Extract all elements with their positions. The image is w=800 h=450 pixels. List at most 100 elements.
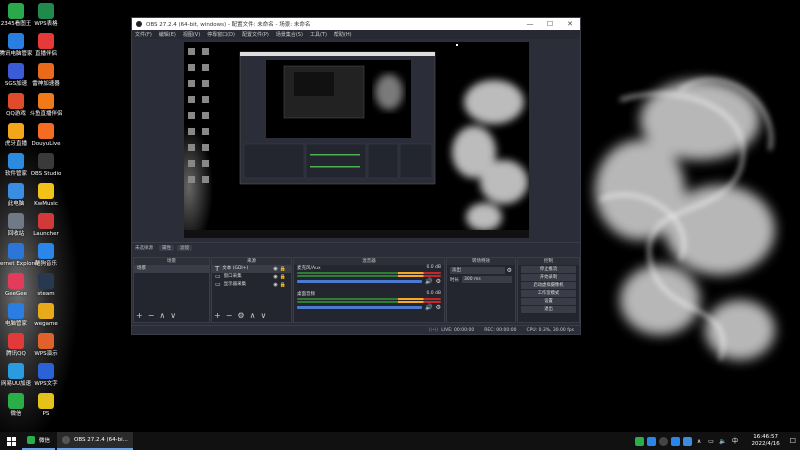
properties-button[interactable]: 属性 [159, 244, 174, 251]
volume-icon[interactable]: 🔈 [719, 437, 728, 446]
desktop-icon[interactable]: WPS演示 [29, 333, 63, 358]
menu-profile[interactable]: 配置文件(P) [242, 31, 269, 38]
desktop-icon[interactable]: steam [29, 273, 63, 298]
app-icon [38, 183, 54, 199]
desktop-icon[interactable]: 雷神加速器 [29, 63, 63, 88]
obs-tray-icon[interactable] [658, 436, 668, 446]
menu-docks[interactable]: 停靠窗口(D) [207, 31, 235, 38]
stop-streaming-button[interactable]: 停止推流 [521, 266, 576, 273]
taskbar-obs[interactable]: OBS 27.2.4 (64-bi... [57, 432, 133, 450]
source-settings-icon[interactable]: ⚙ [237, 312, 244, 320]
menu-help[interactable]: 帮助(H) [334, 31, 352, 38]
security-tray-icon[interactable] [682, 436, 692, 446]
gear-icon[interactable]: ⚙ [436, 278, 441, 285]
move-down-icon[interactable]: ∨ [260, 312, 266, 320]
start-button[interactable] [0, 432, 22, 450]
visibility-lock-icons[interactable]: ◉🔒 [273, 273, 288, 281]
move-up-icon[interactable]: ∧ [250, 312, 256, 320]
obs-window[interactable]: OBS 27.2.4 (64-bit, windows) - 配置文件: 未命名… [131, 17, 581, 335]
desktop-icon[interactable]: 斗鱼直播伴侣 [29, 93, 63, 118]
app-icon [38, 213, 54, 229]
app-icon [38, 3, 54, 19]
desktop-icon[interactable]: DouyuLive [29, 123, 63, 148]
scene-item[interactable]: 场景 [134, 265, 209, 273]
desktop-icon[interactable]: wegame [29, 303, 63, 328]
app-icon [38, 393, 54, 409]
qq-tray-icon[interactable] [646, 436, 656, 446]
wechat-tray-icon[interactable] [634, 436, 644, 446]
desktop-icon[interactable]: WPS表格 [29, 3, 63, 28]
task-label: OBS 27.2.4 (64-bi... [74, 437, 128, 443]
desktop-icon[interactable]: WPS文字 [29, 363, 63, 388]
transition-settings-icon[interactable]: ⚙ [507, 267, 512, 274]
speaker-icon[interactable]: 🔊 [425, 304, 432, 311]
remove-source-icon[interactable]: − [226, 312, 233, 320]
minimize-button[interactable]: — [520, 20, 540, 28]
source-item[interactable]: ▭ 显示器采集 ◉🔒 [212, 281, 291, 289]
visibility-lock-icons[interactable]: ◉🔒 [273, 281, 288, 289]
menu-view[interactable]: 视图(V) [183, 31, 200, 38]
start-virtual-camera-button[interactable]: 启动虚拟摄像机 [521, 282, 576, 289]
desktop-icon-label: 虎牙直播 [4, 141, 27, 147]
clock[interactable]: 16:46:57 2022/4/16 [752, 434, 780, 448]
clock-time: 16:46:57 [753, 434, 778, 440]
desktop-icon-label: 腾讯电脑管家 [0, 51, 33, 57]
source-item[interactable]: ▭ 窗口采集 ◉🔒 [212, 273, 291, 281]
clock-date: 2022/4/16 [751, 441, 780, 447]
settings-button[interactable]: 设置 [521, 298, 576, 305]
task-label: 微信 [39, 438, 51, 444]
desktop-icon[interactable]: OBS Studio [29, 153, 63, 178]
duration-input[interactable]: 300 ms [462, 276, 512, 283]
obs-icon [62, 436, 71, 444]
obs-preview[interactable] [184, 42, 529, 238]
network-icon[interactable]: ▭ [707, 437, 716, 446]
monitor-icon: ▭ [215, 281, 221, 288]
exit-button[interactable]: 退出 [521, 306, 576, 313]
desktop-icon[interactable]: 直播伴侣 [29, 33, 63, 58]
desktop-icon[interactable]: PS [29, 393, 63, 418]
gear-icon[interactable]: ⚙ [436, 304, 441, 311]
window-capture-icon: ▭ [215, 273, 221, 280]
close-button[interactable]: ✕ [560, 20, 580, 28]
chevron-up-icon[interactable]: ∧ [695, 437, 704, 446]
desktop-icon-label: DouyuLive [31, 141, 61, 147]
studio-mode-button[interactable]: 工作室模式 [521, 290, 576, 297]
obs-status-bar: ((•)) LIVE: 00:00:00 REC: 00:00:00 CPU: … [132, 325, 580, 334]
mic-tray-icon[interactable] [670, 436, 680, 446]
desktop-icon-label: 雷神加速器 [32, 81, 60, 87]
visibility-lock-icons[interactable]: ◉🔒 [273, 265, 288, 273]
move-down-icon[interactable]: ∨ [170, 312, 176, 320]
volume-slider[interactable] [297, 280, 423, 283]
app-icon [38, 303, 54, 319]
remove-scene-icon[interactable]: − [148, 312, 155, 320]
source-item[interactable]: T 文本 (GDI+) ◉🔒 [212, 265, 291, 273]
desktop-icon[interactable]: KwMusic [29, 183, 63, 208]
add-source-icon[interactable]: + [214, 312, 221, 320]
maximize-button[interactable]: ☐ [540, 20, 560, 28]
notification-icon[interactable]: ☐ [790, 437, 796, 445]
filters-button[interactable]: 滤镜 [177, 244, 192, 251]
transitions-dock: 转场特效 淡出 ⚙ 时长 300 ms [446, 257, 516, 323]
sources-dock: 来源 T 文本 (GDI+) ◉🔒 ▭ 窗口采集 ◉🔒 ▭ 显示器采集 ◉🔒 +… [211, 257, 292, 323]
menu-edit[interactable]: 编辑(E) [159, 31, 176, 38]
menu-scene-collection[interactable]: 场景集合(S) [276, 31, 303, 38]
move-up-icon[interactable]: ∧ [159, 312, 165, 320]
menu-tools[interactable]: 工具(T) [310, 31, 327, 38]
taskbar-wechat[interactable]: 微信 [22, 432, 56, 450]
menu-file[interactable]: 文件(F) [135, 31, 152, 38]
speaker-icon[interactable]: 🔊 [425, 278, 432, 285]
desktop-icon-label: 微信 [10, 411, 22, 417]
mixer-channel-desktop: 桌面音频 0.0 dB 🔊 ⚙ [294, 291, 444, 317]
app-icon [8, 93, 24, 109]
desktop-icon[interactable]: 酷狗音乐 [29, 243, 63, 268]
input-method-indicator[interactable]: 中 [731, 437, 740, 446]
transition-select[interactable]: 淡出 [450, 267, 505, 274]
volume-slider[interactable] [297, 306, 423, 309]
obs-title-bar[interactable]: OBS 27.2.4 (64-bit, windows) - 配置文件: 未命名… [132, 18, 580, 30]
start-recording-button[interactable]: 开始录制 [521, 274, 576, 281]
desktop-icon[interactable]: Launcher [29, 213, 63, 238]
text-icon: T [215, 265, 220, 273]
add-scene-icon[interactable]: + [136, 312, 143, 320]
app-icon [8, 123, 24, 139]
desktop-icon-label: WPS文字 [34, 381, 58, 387]
